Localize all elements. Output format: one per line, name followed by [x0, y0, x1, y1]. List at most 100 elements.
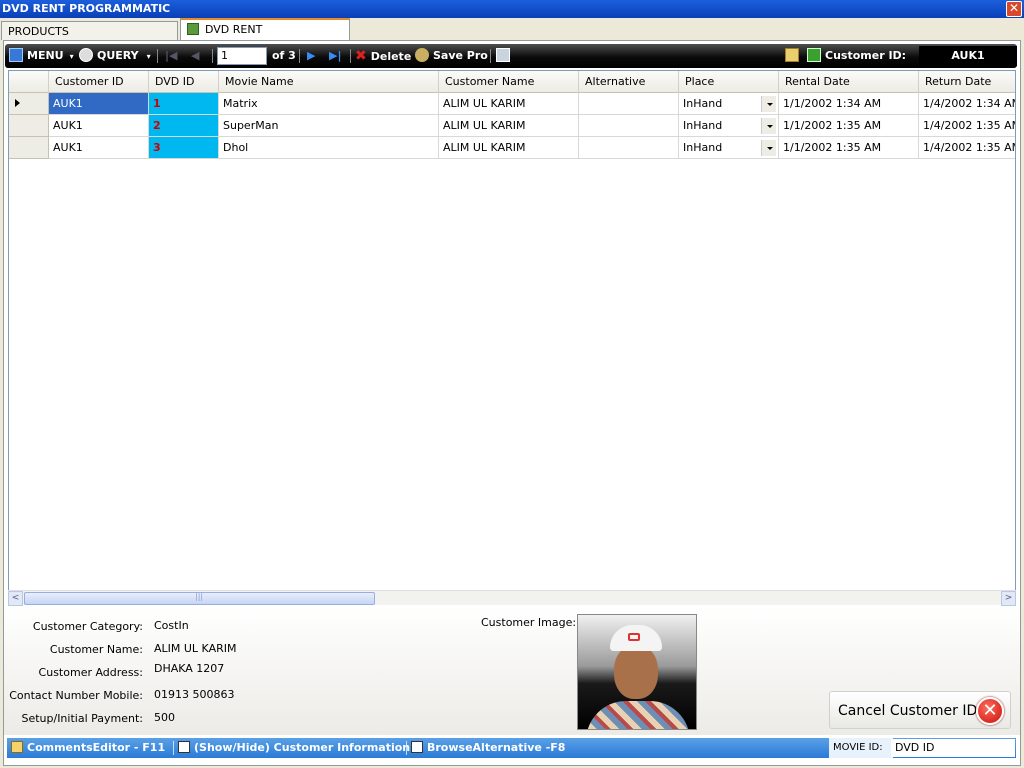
cell-rental-date[interactable]: 1/1/2002 1:35 AM	[779, 115, 919, 137]
cell-place[interactable]: InHand	[679, 137, 779, 159]
contact-mobile-value: 01913 500863	[154, 688, 235, 701]
cell-rental-date[interactable]: 1/1/2002 1:34 AM	[779, 93, 919, 115]
toolbar-separator	[157, 49, 158, 63]
customer-category-label: Customer Category:	[32, 620, 143, 633]
toolbar-separator	[299, 49, 300, 63]
cell-alternative[interactable]	[579, 137, 679, 159]
column-header-rental-date[interactable]: Rental Date	[779, 71, 919, 93]
cell-place[interactable]: InHand	[679, 115, 779, 137]
close-button[interactable]: ✕	[1006, 1, 1022, 17]
row-header[interactable]	[9, 115, 49, 137]
column-header-alternative[interactable]: Alternative	[579, 71, 679, 93]
position-input[interactable]: 1	[217, 47, 267, 65]
edit-button[interactable]	[785, 44, 803, 68]
move-first-icon[interactable]: |◀	[165, 44, 177, 68]
scroll-left-button[interactable]: <	[8, 591, 23, 606]
column-header-movie-name[interactable]: Movie Name	[219, 71, 439, 93]
delete-button[interactable]: ✖ Delete	[355, 44, 411, 68]
column-header-customer-id[interactable]: Customer ID	[49, 71, 149, 93]
move-last-icon[interactable]: ▶|	[329, 44, 341, 68]
customer-name-value: ALIM UL KARIM	[154, 642, 237, 655]
photo-shirt	[586, 701, 690, 729]
browse-arrow-icon	[411, 741, 423, 753]
cell-dvd-id[interactable]: 3	[149, 137, 219, 159]
table-row[interactable]: AUK1 3 Dhol ALIM UL KARIM InHand 1/1/200…	[9, 137, 1015, 159]
cell-customer-id[interactable]: AUK1	[49, 137, 149, 159]
place-dropdown-button[interactable]	[761, 140, 776, 156]
delete-x-icon: ✖	[355, 48, 367, 64]
cell-customer-name[interactable]: ALIM UL KARIM	[439, 115, 579, 137]
toolbar-separator	[490, 49, 491, 63]
bottom-command-bar: CommentsEditor - F11 (Show/Hide) Custome…	[7, 738, 1016, 758]
horizontal-scrollbar[interactable]: < >	[8, 590, 1016, 606]
clock-icon	[79, 48, 93, 62]
browse-alternative-button[interactable]: BrowseAlternative -F8	[411, 738, 565, 758]
cell-customer-id[interactable]: AUK1	[49, 115, 149, 137]
photo-cap-logo	[628, 633, 640, 641]
show-hide-customer-info-button[interactable]: (Show/Hide) Customer Information	[178, 738, 410, 758]
cell-return-date[interactable]: 1/4/2002 1:35 AM	[919, 137, 1015, 159]
cell-movie-name[interactable]: Matrix	[219, 93, 439, 115]
scroll-right-button[interactable]: >	[1001, 591, 1016, 606]
column-header-dvd-id[interactable]: DVD ID	[149, 71, 219, 93]
column-header-place[interactable]: Place	[679, 71, 779, 93]
scroll-thumb[interactable]	[24, 592, 375, 605]
cancel-x-icon: ✕	[976, 697, 1004, 725]
customer-photo	[577, 614, 697, 730]
green-arrow-icon	[807, 48, 821, 62]
cell-movie-name[interactable]: SuperMan	[219, 115, 439, 137]
customer-id-input[interactable]: AUK1	[919, 46, 1017, 66]
cell-dvd-id[interactable]: 1	[149, 93, 219, 115]
movie-id-label: MOVIE ID:	[829, 738, 893, 758]
rentals-grid: Customer ID DVD ID Movie Name Customer N…	[8, 70, 1016, 605]
cell-customer-id[interactable]: AUK1	[49, 93, 149, 115]
query-button[interactable]: QUERY ▾	[79, 44, 151, 68]
table-row[interactable]: AUK1 1 Matrix ALIM UL KARIM InHand 1/1/2…	[9, 93, 1015, 115]
toolbar-separator	[350, 49, 351, 63]
printer-icon	[496, 48, 510, 62]
save-icon	[415, 48, 429, 62]
menu-button[interactable]: MENU ▾	[9, 44, 74, 68]
cell-alternative[interactable]	[579, 93, 679, 115]
cell-alternative[interactable]	[579, 115, 679, 137]
photo-face	[614, 645, 658, 699]
total-count: of 3	[272, 49, 296, 62]
cell-return-date[interactable]: 1/4/2002 1:34 AM	[919, 93, 1015, 115]
cell-dvd-id[interactable]: 2	[149, 115, 219, 137]
place-dropdown-button[interactable]	[761, 118, 776, 134]
column-header-customer-name[interactable]: Customer Name	[439, 71, 579, 93]
grid-header: Customer ID DVD ID Movie Name Customer N…	[9, 71, 1015, 93]
cell-place[interactable]: InHand	[679, 93, 779, 115]
tab-products-collection[interactable]: PRODUCTS COLLECTION(MOVIES)	[1, 21, 178, 57]
row-header[interactable]	[9, 93, 49, 115]
app-window: DVD RENT PROGRAMMATIC ✕ PRODUCTS COLLECT…	[0, 0, 1024, 768]
toolbar-separator	[212, 49, 213, 63]
table-row[interactable]: AUK1 2 SuperMan ALIM UL KARIM InHand 1/1…	[9, 115, 1015, 137]
cancel-customer-id-button[interactable]: Cancel Customer ID ✕	[829, 691, 1011, 729]
save-button[interactable]: Save Pro	[415, 44, 488, 68]
place-dropdown-button[interactable]	[761, 96, 776, 112]
navigator-toolbar: MENU ▾ QUERY ▾ |◀ ◀ 1 of 3 ▶ ▶| ✖ Delete Sa…	[5, 44, 1017, 68]
movie-id-input[interactable]: DVD ID	[891, 739, 1015, 757]
comments-editor-button[interactable]: CommentsEditor - F11	[11, 738, 165, 758]
current-row-arrow-icon	[15, 99, 20, 107]
initial-payment-value: 500	[154, 711, 175, 724]
cell-customer-name[interactable]: ALIM UL KARIM	[439, 93, 579, 115]
green-arrow-icon	[187, 23, 199, 35]
move-next-icon[interactable]: ▶	[307, 44, 315, 68]
tab-dvd-rent[interactable]: DVD RENT PROGRAMMATIC	[180, 18, 350, 55]
print-button[interactable]	[496, 44, 514, 68]
cell-movie-name[interactable]: Dhol	[219, 137, 439, 159]
toggle-info-icon	[178, 741, 190, 753]
move-previous-icon[interactable]: ◀	[191, 44, 199, 68]
cell-return-date[interactable]: 1/4/2002 1:35 AM	[919, 115, 1015, 137]
comments-editor-icon	[11, 741, 23, 753]
row-header[interactable]	[9, 137, 49, 159]
customer-address-label: Customer Address:	[38, 666, 143, 679]
customer-address-value: DHAKA 1207	[154, 662, 225, 675]
cell-rental-date[interactable]: 1/1/2002 1:35 AM	[779, 137, 919, 159]
cell-customer-name[interactable]: ALIM UL KARIM	[439, 137, 579, 159]
column-header-return-date[interactable]: Return Date	[919, 71, 1015, 93]
menu-icon	[9, 48, 23, 62]
customer-id-label: Customer ID:	[807, 44, 906, 68]
